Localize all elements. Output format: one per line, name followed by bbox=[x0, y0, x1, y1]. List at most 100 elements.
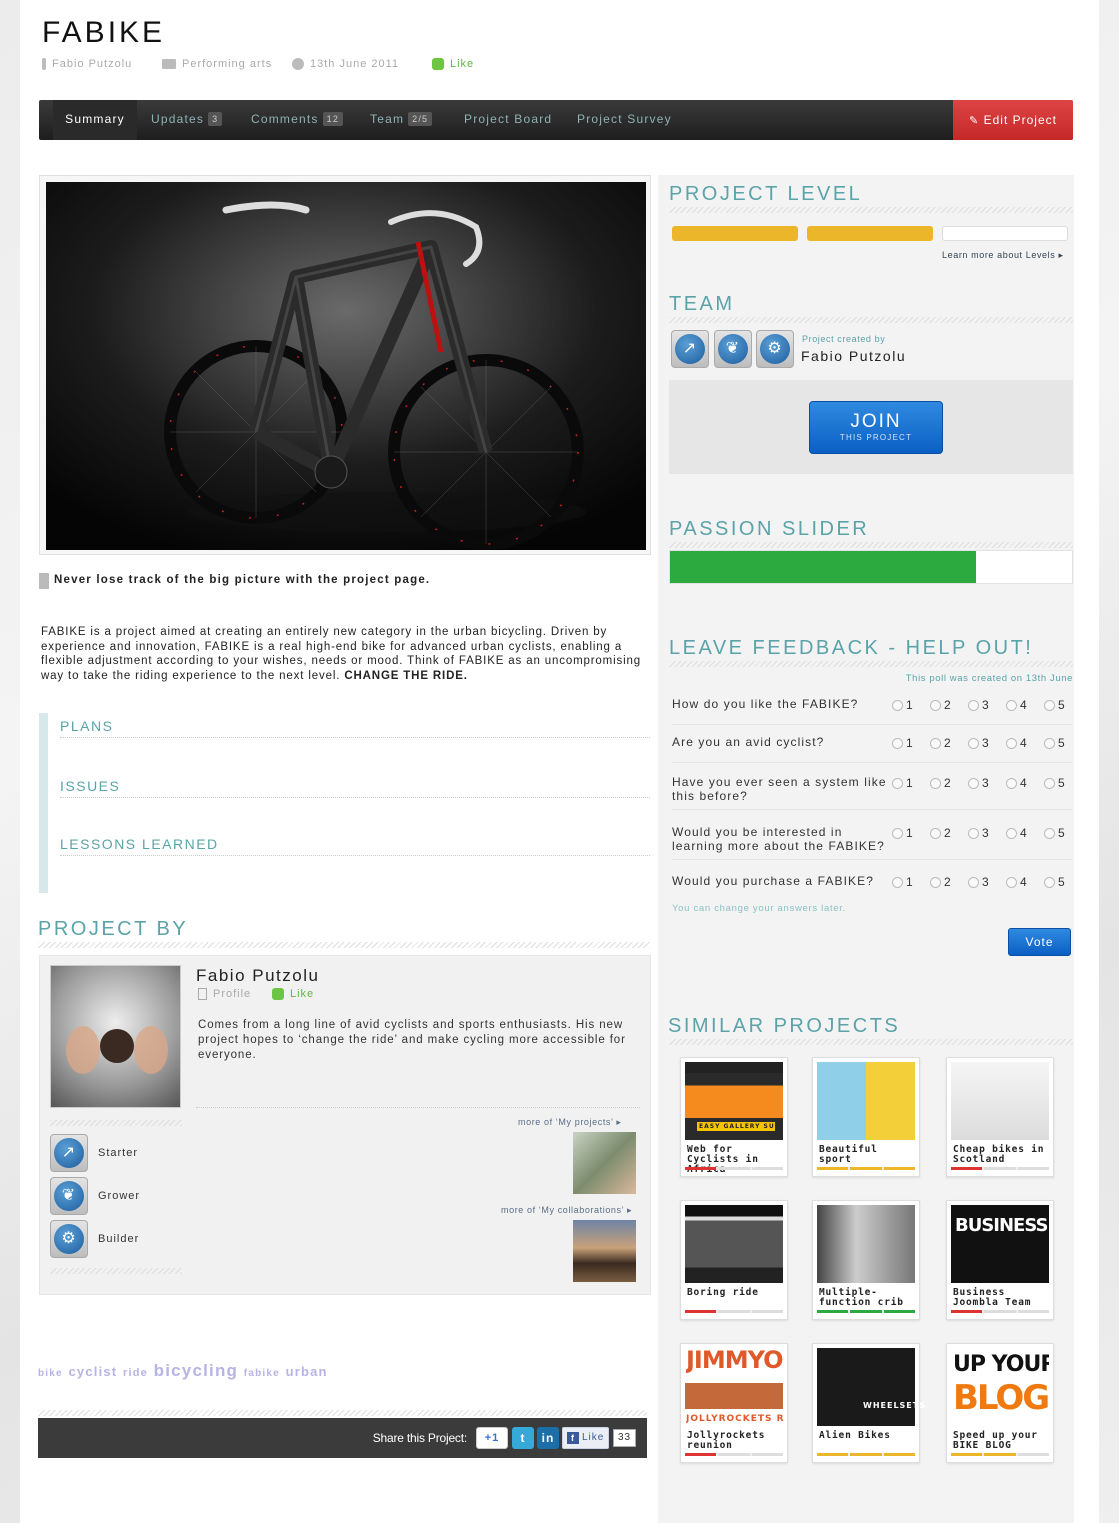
vote-button[interactable]: Vote bbox=[1008, 928, 1071, 956]
tag-link[interactable]: bicycling bbox=[154, 1361, 239, 1380]
similar-project-card[interactable]: Beautiful sport bbox=[812, 1057, 920, 1177]
poll-option[interactable]: 1 bbox=[892, 698, 930, 712]
team-creator-name[interactable]: Fabio Putzolu bbox=[801, 348, 906, 364]
facebook-like-button[interactable]: f Like bbox=[562, 1427, 610, 1449]
radio-button[interactable] bbox=[892, 699, 903, 711]
similar-project-card[interactable]: Multiple-function crib bbox=[812, 1200, 920, 1320]
radio-button[interactable] bbox=[892, 827, 903, 839]
tab-comments[interactable]: Comments 12 bbox=[251, 100, 344, 140]
google-plus-button[interactable]: +1 bbox=[476, 1427, 508, 1449]
poll-option[interactable]: 2 bbox=[930, 698, 968, 712]
poll-option[interactable]: 5 bbox=[1044, 776, 1082, 790]
level-segment bbox=[951, 1453, 983, 1456]
poll-option[interactable]: 3 bbox=[968, 698, 1006, 712]
radio-button[interactable] bbox=[930, 876, 941, 888]
radio-button[interactable] bbox=[968, 827, 979, 839]
poll-option[interactable]: 1 bbox=[892, 826, 930, 840]
poll-option[interactable]: 4 bbox=[1006, 736, 1044, 750]
similar-project-card[interactable]: Business Joombla Team BUSINESS JO bbox=[946, 1200, 1054, 1320]
my-project-thumbnail[interactable] bbox=[573, 1132, 636, 1194]
tag-link[interactable]: ride bbox=[123, 1367, 148, 1379]
radio-button[interactable] bbox=[892, 777, 903, 789]
radio-button[interactable] bbox=[1006, 827, 1017, 839]
join-label: JOIN bbox=[850, 411, 902, 432]
passion-slider[interactable] bbox=[669, 550, 1073, 584]
twitter-icon[interactable]: t bbox=[512, 1427, 534, 1449]
poll-option[interactable]: 4 bbox=[1006, 776, 1044, 790]
similar-project-card[interactable]: Web for Cyclists in Africa EASY GALLERY S… bbox=[680, 1057, 788, 1177]
poll-option[interactable]: 1 bbox=[892, 776, 930, 790]
more-collaborations-link[interactable]: more of ‘My collaborations’ ▸ bbox=[501, 1205, 632, 1216]
radio-button[interactable] bbox=[1044, 699, 1055, 711]
poll-option[interactable]: 2 bbox=[930, 875, 968, 889]
section-issues[interactable]: ISSUES bbox=[60, 778, 120, 794]
radio-button[interactable] bbox=[892, 876, 903, 888]
poll-option[interactable]: 1 bbox=[892, 875, 930, 889]
tab-team[interactable]: Team 2/5 bbox=[370, 100, 433, 140]
poll-option[interactable]: 2 bbox=[930, 776, 968, 790]
radio-button[interactable] bbox=[1044, 737, 1055, 749]
radio-button[interactable] bbox=[1006, 699, 1017, 711]
linkedin-icon[interactable]: in bbox=[537, 1427, 559, 1449]
radio-button[interactable] bbox=[1006, 737, 1017, 749]
author-profile-link[interactable]: Profile bbox=[198, 988, 251, 1000]
radio-button[interactable] bbox=[968, 876, 979, 888]
edit-project-button[interactable]: ✎ Edit Project bbox=[953, 100, 1073, 140]
radio-button[interactable] bbox=[968, 777, 979, 789]
poll-option[interactable]: 4 bbox=[1006, 698, 1044, 712]
poll-option[interactable]: 5 bbox=[1044, 826, 1082, 840]
tab-summary[interactable]: Summary bbox=[53, 100, 137, 140]
poll-option[interactable]: 5 bbox=[1044, 698, 1082, 712]
section-lessons-learned[interactable]: LESSONS LEARNED bbox=[60, 836, 219, 852]
join-project-button[interactable]: JOIN THIS PROJECT bbox=[809, 401, 943, 454]
radio-button[interactable] bbox=[930, 737, 941, 749]
poll-option[interactable]: 2 bbox=[930, 826, 968, 840]
radio-button[interactable] bbox=[1044, 777, 1055, 789]
author-like-link[interactable]: Like bbox=[272, 988, 314, 1000]
poll-option[interactable]: 3 bbox=[968, 776, 1006, 790]
poll-option[interactable]: 5 bbox=[1044, 875, 1082, 889]
radio-button[interactable] bbox=[1044, 827, 1055, 839]
tab-updates[interactable]: Updates 3 bbox=[151, 100, 223, 140]
tab-project-survey[interactable]: Project Survey bbox=[577, 100, 672, 140]
poll-option[interactable]: 2 bbox=[930, 736, 968, 750]
poll-options: 1 2 3 4 5 bbox=[892, 776, 1082, 790]
poll-option[interactable]: 4 bbox=[1006, 826, 1044, 840]
poll-option[interactable]: 5 bbox=[1044, 736, 1082, 750]
author-name[interactable]: Fabio Putzolu bbox=[196, 966, 319, 986]
similar-project-card[interactable]: Alien Bikes WHEELSETS bbox=[812, 1343, 925, 1463]
radio-button[interactable] bbox=[930, 699, 941, 711]
similar-project-card[interactable]: Boring ride bbox=[680, 1200, 788, 1320]
radio-button[interactable] bbox=[968, 737, 979, 749]
radio-button[interactable] bbox=[930, 827, 941, 839]
radio-button[interactable] bbox=[968, 699, 979, 711]
radio-button[interactable] bbox=[1006, 777, 1017, 789]
radio-button[interactable] bbox=[1006, 876, 1017, 888]
like-link[interactable]: Like bbox=[432, 58, 474, 70]
radio-button[interactable] bbox=[1044, 876, 1055, 888]
my-collaboration-thumbnail[interactable] bbox=[573, 1220, 636, 1282]
meta-author[interactable]: Fabio Putzolu bbox=[42, 58, 132, 70]
meta-category[interactable]: Performing arts bbox=[162, 58, 272, 70]
poll-option[interactable]: 4 bbox=[1006, 875, 1044, 889]
section-plans[interactable]: PLANS bbox=[60, 718, 113, 734]
hero-caption: Never lose track of the big picture with… bbox=[54, 574, 431, 586]
tag-link[interactable]: fabike bbox=[244, 1368, 280, 1379]
more-projects-link[interactable]: more of ‘My projects’ ▸ bbox=[518, 1117, 622, 1128]
similar-project-thumbnail bbox=[817, 1205, 915, 1283]
tag-link[interactable]: urban bbox=[286, 1364, 328, 1379]
similar-project-card[interactable]: Speed up your BIKE BLOG UP YOUR BLOG bbox=[946, 1343, 1054, 1463]
similar-project-card[interactable]: Cheap bikes in Scotland bbox=[946, 1057, 1054, 1177]
radio-button[interactable] bbox=[930, 777, 941, 789]
radio-button[interactable] bbox=[892, 737, 903, 749]
divider bbox=[672, 762, 1072, 763]
poll-option[interactable]: 3 bbox=[968, 736, 1006, 750]
tag-link[interactable]: cyclist bbox=[68, 1364, 117, 1379]
similar-project-card[interactable]: Jollyrockets reunion JIMMYOH JOLLYROCKETS … bbox=[680, 1343, 788, 1463]
learn-levels-link[interactable]: Learn more about Levels ▸ bbox=[942, 250, 1064, 261]
poll-option[interactable]: 3 bbox=[968, 875, 1006, 889]
tab-project-board[interactable]: Project Board bbox=[464, 100, 552, 140]
tag-link[interactable]: bike bbox=[38, 1368, 63, 1379]
poll-option[interactable]: 3 bbox=[968, 826, 1006, 840]
poll-option[interactable]: 1 bbox=[892, 736, 930, 750]
